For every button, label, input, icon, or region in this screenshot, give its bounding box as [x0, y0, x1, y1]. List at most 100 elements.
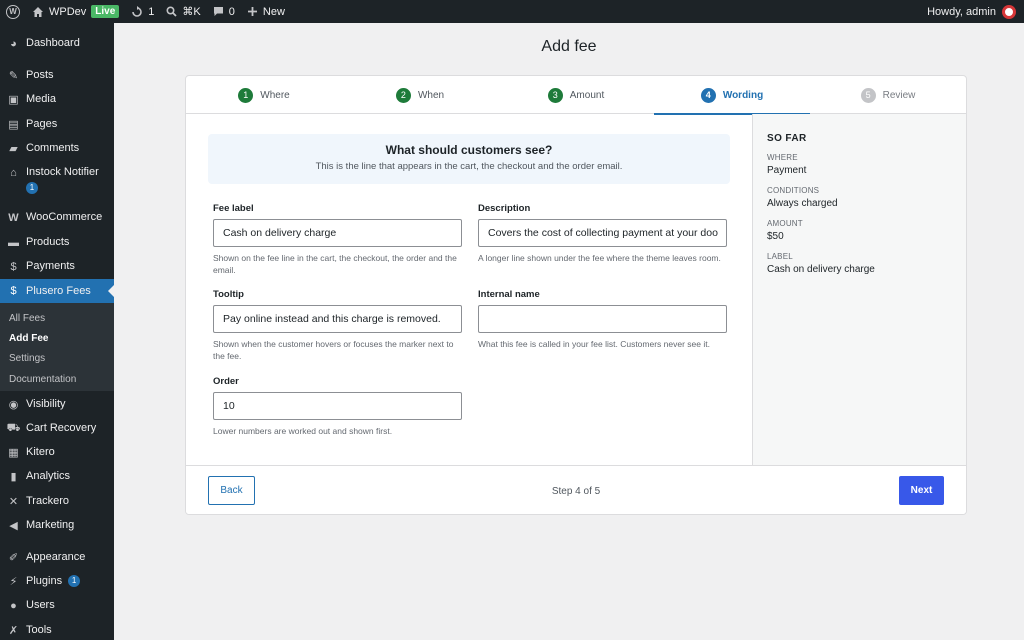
step-number: 1 [238, 87, 254, 103]
menu-item-tools[interactable]: ✗ Tools [0, 624, 114, 637]
user-icon: ● [10, 599, 17, 612]
plug-icon: ⚡ [9, 576, 18, 588]
menu-item-pages[interactable]: ▤ Pages [0, 118, 114, 131]
grid-icon: ▦ [8, 447, 19, 459]
menu-item-woocommerce[interactable]: W WooCommerce [0, 211, 114, 224]
menu-item-label: Pages [26, 118, 58, 130]
menu-item-plugins[interactable]: ⚡ Plugins 1 [0, 575, 114, 588]
menu-item-payments[interactable]: $ Payments [0, 260, 114, 273]
tooltip-field: Tooltip Pay online instead and this char… [213, 289, 462, 362]
comments-count: 0 [228, 5, 235, 18]
menu-item-label: Tools [26, 624, 52, 636]
new-content-link[interactable]: New [241, 0, 291, 23]
home-icon [33, 6, 43, 17]
step-amount[interactable]: 3 Amount [498, 76, 654, 114]
field-label: Tooltip [213, 289, 244, 300]
fee-label-input[interactable]: Cash on delivery charge [213, 219, 462, 247]
woo-icon: W [8, 211, 19, 224]
menu-item-marketing[interactable]: ◀ Marketing [0, 519, 114, 532]
fee-label-field: Fee label Cash on delivery charge Shown … [213, 203, 462, 276]
summary-key: LABEL [767, 252, 793, 261]
next-button[interactable]: Next [899, 476, 944, 505]
menu-item-instock-notifier[interactable]: ⌂ Instock Notifier 1 [0, 166, 114, 194]
menu-item-dashboard[interactable]: ◕ Dashboard [0, 37, 114, 50]
media-icon: ▣ [8, 94, 19, 106]
submenu-documentation[interactable]: Documentation [9, 374, 76, 385]
step-label: Where [260, 89, 290, 101]
menu-item-appearance[interactable]: ✐ Appearance [0, 551, 114, 564]
plusero-fees-submenu: All Fees Add Fee Settings Documentation [0, 303, 114, 391]
submenu-all-fees[interactable]: All Fees [9, 313, 45, 324]
step-review[interactable]: 5 Review [810, 76, 966, 114]
site-name-link[interactable]: WPDev Live [26, 0, 125, 23]
step-label: Review [882, 89, 916, 101]
step-when[interactable]: 2 When [342, 76, 498, 114]
step-number: 2 [395, 87, 411, 103]
comment-icon [213, 7, 223, 16]
summary-value: Payment [767, 165, 807, 176]
updates-link[interactable]: 1 [125, 0, 160, 23]
description-field: Description Covers the cost of collectin… [478, 203, 727, 264]
menu-item-label: Cart Recovery [26, 422, 97, 434]
field-help: A longer line shown under the fee where … [478, 253, 721, 263]
submenu-settings[interactable]: Settings [9, 353, 45, 364]
summary-panel: SO FAR WHERE Payment CONDITIONS Always c… [752, 114, 966, 465]
eye-icon: ◉ [8, 399, 19, 411]
menu-item-label: Kitero [26, 446, 55, 458]
page-title: Add fee [541, 38, 597, 55]
plus-icon [247, 7, 257, 16]
admin-bar: W WPDev Live 1 ⌘K 0 New Howdy, admin [0, 0, 1024, 23]
menu-item-label: Plusero Fees [26, 285, 91, 297]
field-label: Internal name [478, 289, 540, 300]
menu-item-label: Visibility [26, 398, 66, 410]
menu-item-label: Dashboard [26, 37, 80, 49]
notification-badge: 1 [68, 575, 81, 587]
intro-callout: What should customers see? This is the l… [208, 134, 730, 184]
menu-item-kitero[interactable]: ▦ Kitero [0, 446, 114, 459]
menu-item-label: Plugins [26, 575, 63, 587]
menu-item-comments[interactable]: ▰ Comments [0, 142, 114, 155]
step-number: 5 [860, 87, 876, 103]
menu-item-label: Media [26, 93, 56, 105]
menu-item-cart-recovery[interactable]: ⛟ Cart Recovery [0, 422, 114, 435]
menu-item-posts[interactable]: ✎ Posts [0, 69, 114, 82]
menu-item-label: Instock Notifier [26, 166, 99, 178]
menu-item-label: Appearance [26, 551, 86, 563]
account-menu[interactable]: Howdy, admin [921, 0, 1024, 23]
menu-item-analytics[interactable]: ▮ Analytics [0, 470, 114, 483]
submenu-add-fee[interactable]: Add Fee [9, 333, 48, 344]
wordpress-logo-icon: W [6, 4, 20, 19]
internal-name-input[interactable] [478, 305, 727, 333]
wrench-icon: ✗ [8, 625, 19, 637]
menu-item-trackero[interactable]: ✕ Trackero [0, 495, 114, 508]
wordpress-menu[interactable]: W [0, 0, 26, 23]
dollar-circle-icon: $ [10, 285, 17, 297]
archive-icon: ▬ [8, 236, 19, 249]
step-label: Wording [722, 89, 764, 101]
field-help: Shown on the fee line in the cart, the c… [213, 253, 457, 275]
menu-item-media[interactable]: ▣ Media [0, 93, 114, 106]
tooltip-input[interactable]: Pay online instead and this charge is re… [213, 305, 462, 333]
step-where[interactable]: 1 Where [186, 76, 342, 114]
command-palette-link[interactable]: ⌘K [160, 0, 206, 23]
menu-item-products[interactable]: ▬ Products [0, 236, 114, 249]
pin-icon: ✎ [8, 70, 19, 82]
menu-item-users[interactable]: ● Users [0, 599, 114, 612]
site-name: WPDev [49, 5, 87, 18]
menu-item-visibility[interactable]: ◉ Visibility [0, 398, 114, 411]
greeting: Howdy, admin [927, 5, 996, 18]
admin-sidebar: ◕ Dashboard ✎ Posts ▣ Media ▤ Pages ▰ Co… [0, 23, 114, 640]
megaphone-icon: ◀ [9, 520, 18, 532]
new-label: New [262, 5, 285, 18]
description-input[interactable]: Covers the cost of collecting payment at… [478, 219, 727, 247]
wording-form: What should customers see? This is the l… [186, 114, 752, 465]
menu-item-plusero-fees[interactable]: $ Plusero Fees [0, 279, 114, 303]
comments-link[interactable]: 0 [207, 0, 241, 23]
order-input[interactable]: 10 [213, 392, 462, 420]
command-shortcut: ⌘K [182, 6, 201, 18]
live-badge: Live [91, 5, 120, 18]
field-help: What this fee is called in your fee list… [478, 339, 710, 349]
menu-item-label: Posts [26, 69, 54, 81]
back-button[interactable]: Back [208, 476, 255, 505]
step-wording[interactable]: 4 Wording [654, 76, 810, 115]
